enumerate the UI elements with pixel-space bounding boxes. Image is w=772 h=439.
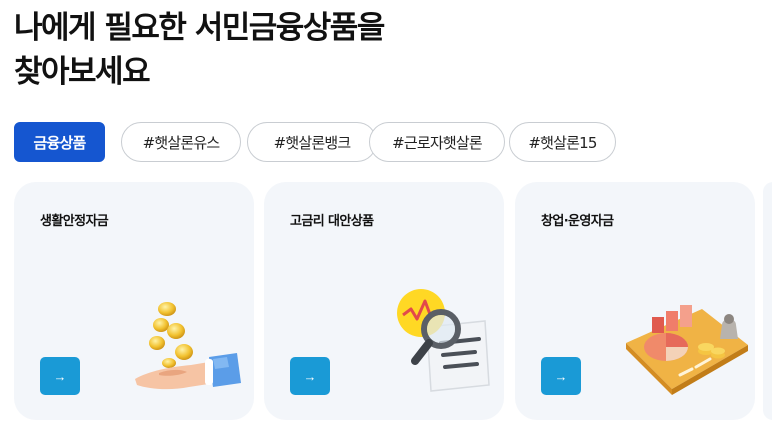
chip-sunshine-loan-15[interactable]: #햇살론15 — [509, 122, 616, 162]
arrow-right-icon: → — [303, 368, 317, 384]
business-chart-icon — [626, 305, 748, 395]
chip-sunshine-loan-youth[interactable]: #햇살론유스 — [121, 122, 241, 162]
product-card-startup-operating-funds[interactable]: 창업·운영자금 → — [515, 182, 755, 420]
chip-worker-sunshine-loan[interactable]: #근로자햇살론 — [369, 122, 505, 162]
product-card-living-stability[interactable]: 생활안정자금 → — [14, 182, 254, 420]
card-arrow-button[interactable]: → — [40, 357, 80, 395]
next-card-edge — [763, 182, 772, 420]
card-arrow-button[interactable]: → — [290, 357, 330, 395]
card-title: 고금리 대안상품 — [290, 214, 374, 229]
card-arrow-button[interactable]: → — [541, 357, 581, 395]
product-card-high-interest-alternative[interactable]: 고금리 대안상품 → — [264, 182, 504, 420]
card-title: 생활안정자금 — [40, 214, 109, 229]
chip-sunshine-loan-bank[interactable]: #햇살론뱅크 — [247, 122, 377, 162]
arrow-right-icon: → — [53, 368, 67, 384]
page-title: 나에게 필요한 서민금융상품을 찾아보세요 — [14, 6, 385, 94]
page-title-line2: 찾아보세요 — [14, 54, 151, 90]
arrow-right-icon: → — [554, 368, 568, 384]
page-title-line1: 나에게 필요한 서민금융상품을 — [14, 10, 385, 46]
magnifier-document-icon — [397, 289, 490, 392]
card-title: 창업·운영자금 — [541, 214, 614, 229]
coins-hand-icon — [135, 302, 241, 390]
chip-financial-products[interactable]: 금융상품 — [14, 122, 105, 162]
